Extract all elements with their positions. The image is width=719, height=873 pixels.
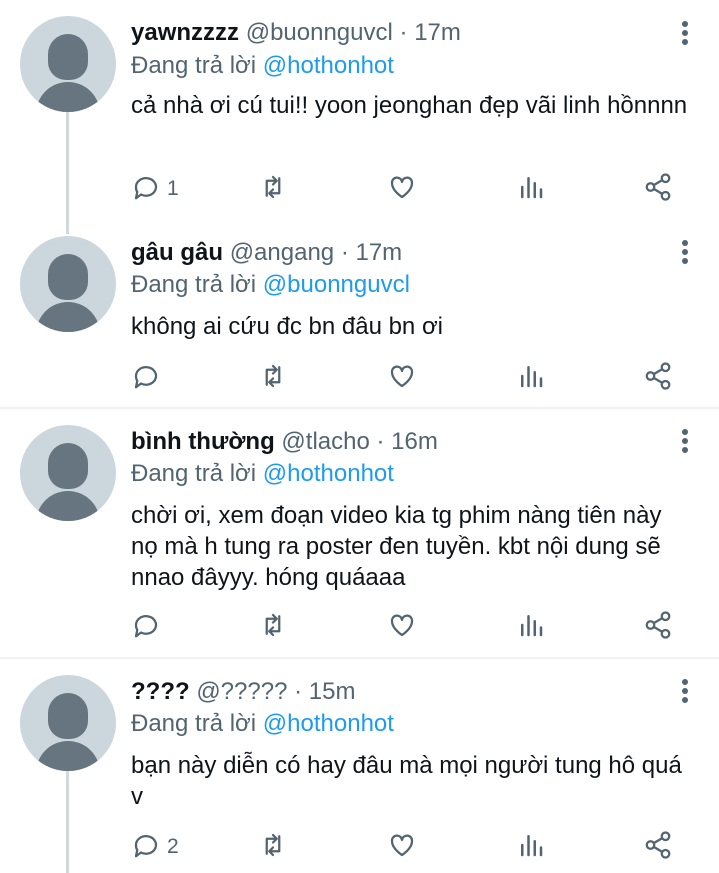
reply-prefix: Đang trả lời	[131, 271, 257, 298]
reply-context: Đang trả lời @hothonhot	[131, 52, 394, 80]
tweet-header: ???? @????? · 15m	[131, 678, 355, 706]
avatar[interactable]	[20, 236, 116, 332]
analytics-icon	[516, 830, 546, 865]
more-icon[interactable]	[681, 21, 689, 47]
like-button[interactable]	[387, 612, 417, 642]
tweet-header: bình thường @tlacho · 16m	[131, 428, 438, 456]
heart-icon	[387, 830, 417, 865]
share-button[interactable]	[643, 830, 673, 865]
share-icon	[643, 361, 673, 396]
retweet-icon	[258, 610, 288, 645]
separator: ·	[376, 428, 385, 455]
tweet-actions: 1	[131, 172, 691, 207]
user-name[interactable]: gâu gâu	[131, 239, 223, 266]
separator: ·	[399, 19, 408, 46]
tweet-actions: 2	[131, 830, 691, 865]
share-icon	[643, 610, 673, 645]
tweet-text: không ai cứu đc bn đâu bn ơi	[131, 313, 444, 340]
retweet-button[interactable]	[258, 612, 288, 642]
share-button[interactable]	[643, 610, 673, 645]
timestamp[interactable]: 16m	[391, 428, 438, 455]
reply-button[interactable]	[131, 612, 167, 642]
reply-count: 1	[167, 177, 179, 200]
retweet-icon	[258, 830, 288, 865]
views-button[interactable]	[516, 612, 546, 642]
reply-prefix: Đang trả lời	[131, 710, 257, 737]
tweet-text: chời ơi, xem đoạn video kia tg phim nàng…	[131, 502, 662, 591]
separator: ·	[340, 239, 349, 266]
reply-button[interactable]	[131, 363, 167, 393]
retweet-icon	[258, 361, 288, 396]
timestamp[interactable]: 17m	[355, 239, 402, 266]
analytics-icon	[516, 172, 546, 207]
reply-icon	[131, 610, 161, 645]
analytics-icon	[516, 610, 546, 645]
avatar[interactable]	[20, 16, 116, 112]
like-button[interactable]	[387, 363, 417, 393]
heart-icon	[387, 361, 417, 396]
views-button[interactable]	[516, 832, 546, 862]
heart-icon	[387, 172, 417, 207]
more-icon[interactable]	[681, 679, 689, 705]
reply-mention[interactable]: @hothonhot	[263, 710, 394, 737]
retweet-button[interactable]	[258, 363, 288, 393]
analytics-icon	[516, 361, 546, 396]
reply-mention[interactable]: @hothonhot	[263, 52, 394, 79]
tweet[interactable]: gâu gâu @angang · 17m Đang trả lời @buon…	[0, 220, 719, 408]
tweet-header: yawnzzzz @buonnguvcl · 17m	[131, 19, 461, 47]
reply-count: 2	[167, 835, 179, 858]
like-button[interactable]	[387, 832, 417, 862]
more-icon[interactable]	[681, 429, 689, 455]
reply-context: Đang trả lời @buonnguvcl	[131, 271, 410, 299]
user-handle[interactable]: @angang	[230, 239, 334, 266]
user-handle[interactable]: @?????	[196, 678, 287, 705]
more-icon[interactable]	[681, 240, 689, 266]
reply-icon	[131, 361, 161, 396]
avatar[interactable]	[20, 675, 116, 771]
reply-prefix: Đang trả lời	[131, 52, 257, 79]
tweet-actions	[131, 361, 691, 396]
tweet[interactable]: bình thường @tlacho · 16m Đang trả lời @…	[0, 409, 719, 657]
tweet-text: bạn này diễn có hay đâu mà mọi người tun…	[131, 752, 682, 810]
reply-button[interactable]: 1	[131, 174, 179, 204]
share-icon	[643, 172, 673, 207]
reply-button[interactable]: 2	[131, 832, 179, 862]
tweet-header: gâu gâu @angang · 17m	[131, 239, 402, 267]
heart-icon	[387, 610, 417, 645]
timestamp[interactable]: 17m	[414, 19, 461, 46]
retweet-button[interactable]	[258, 832, 288, 862]
views-button[interactable]	[516, 174, 546, 204]
tweet[interactable]: ???? @????? · 15m Đang trả lời @hothonho…	[0, 659, 719, 873]
reply-icon	[131, 830, 161, 865]
reply-icon	[131, 172, 161, 207]
reply-context: Đang trả lời @hothonhot	[131, 710, 394, 738]
share-button[interactable]	[643, 172, 673, 207]
tweet-actions	[131, 610, 691, 645]
reply-mention[interactable]: @buonnguvcl	[263, 271, 410, 298]
like-button[interactable]	[387, 174, 417, 204]
retweet-icon	[258, 172, 288, 207]
share-icon	[643, 830, 673, 865]
avatar[interactable]	[20, 425, 116, 521]
timestamp[interactable]: 15m	[309, 678, 356, 705]
user-handle[interactable]: @tlacho	[281, 428, 369, 455]
separator: ·	[294, 678, 303, 705]
user-name[interactable]: bình thường	[131, 428, 275, 455]
user-handle[interactable]: @buonnguvcl	[246, 19, 393, 46]
retweet-button[interactable]	[258, 174, 288, 204]
user-name[interactable]: ????	[131, 678, 190, 705]
tweet-text: cả nhà ơi cú tui!! yoon jeonghan đẹp vãi…	[131, 92, 688, 119]
views-button[interactable]	[516, 363, 546, 393]
reply-mention[interactable]: @hothonhot	[263, 460, 394, 487]
reply-context: Đang trả lời @hothonhot	[131, 460, 394, 488]
tweet[interactable]: yawnzzzz @buonnguvcl · 17m Đang trả lời …	[0, 0, 719, 220]
user-name[interactable]: yawnzzzz	[131, 19, 239, 46]
share-button[interactable]	[643, 361, 673, 396]
reply-prefix: Đang trả lời	[131, 460, 257, 487]
